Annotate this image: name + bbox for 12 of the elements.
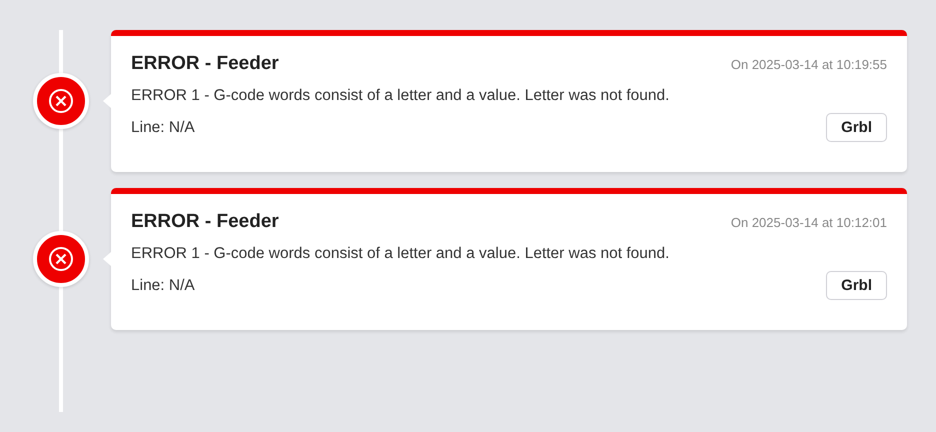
close-circle-icon bbox=[48, 88, 74, 114]
event-message: ERROR 1 - G-code words consist of a letter and a value. Letter was not found. bbox=[131, 245, 670, 263]
event-title: ERROR - Feeder bbox=[131, 53, 279, 75]
event-timestamp: On 2025-03-14 at 10:12:01 bbox=[730, 215, 887, 230]
line-info: Line: N/A bbox=[131, 118, 195, 136]
event-timestamp: On 2025-03-14 at 10:19:55 bbox=[730, 57, 887, 72]
line-info: Line: N/A bbox=[131, 276, 195, 294]
source-tag[interactable]: Grbl bbox=[826, 271, 887, 300]
event-title: ERROR - Feeder bbox=[131, 211, 279, 233]
event-message: ERROR 1 - G-code words consist of a letter and a value. Letter was not found. bbox=[131, 87, 670, 105]
close-circle-icon bbox=[48, 246, 74, 272]
source-tag[interactable]: Grbl bbox=[826, 113, 887, 142]
